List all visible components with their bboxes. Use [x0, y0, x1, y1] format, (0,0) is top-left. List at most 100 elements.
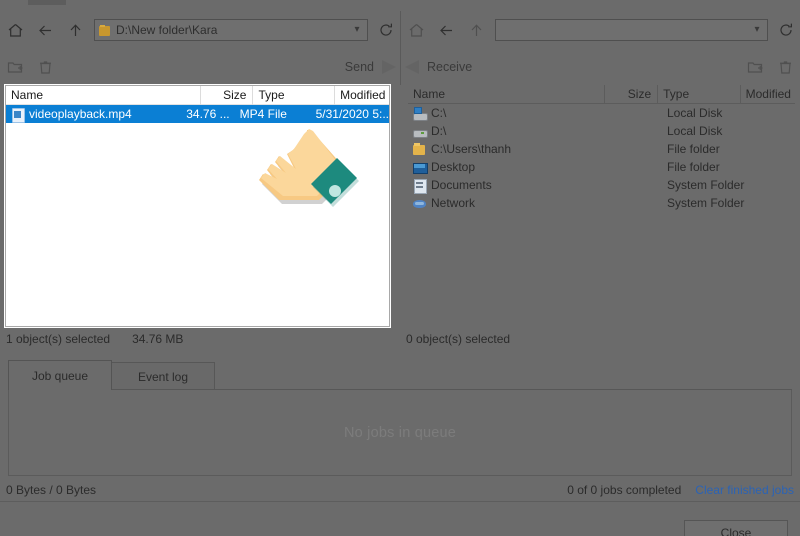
file-name-cell: Documents — [408, 176, 608, 194]
menu-stub — [28, 0, 66, 5]
file-name-cell: C:\ — [408, 104, 608, 122]
column-header-modified[interactable]: Modified — [334, 85, 389, 105]
chevron-down-icon[interactable]: ▾ — [749, 25, 765, 35]
right-delete-icon[interactable] — [770, 53, 800, 81]
right-status-line: 0 object(s) selected — [406, 330, 510, 348]
left-selection-count: 1 object(s) selected — [6, 332, 111, 346]
column-header-name[interactable]: Name — [6, 86, 200, 105]
file-type-cell: MP4 File — [239, 107, 287, 121]
file-type-cell: System Folder — [667, 196, 745, 210]
left-address-field[interactable]: D:\New folder\Kara ▾ — [94, 19, 368, 41]
file-modified-cell — [746, 140, 795, 158]
column-header-name[interactable]: Name — [408, 85, 604, 104]
network-icon — [413, 197, 426, 210]
drive-icon — [413, 125, 428, 138]
folder-icon — [413, 142, 426, 156]
column-header-modified[interactable]: Modified — [739, 84, 795, 104]
column-header-size[interactable]: Size — [604, 84, 657, 104]
left-up-button[interactable] — [60, 15, 90, 45]
chevron-down-icon[interactable]: ▾ — [349, 25, 365, 35]
file-name-cell: Network — [408, 194, 608, 212]
table-row[interactable]: Desktop File folder — [408, 158, 795, 176]
file-size-cell — [608, 140, 662, 158]
file-modified-cell — [746, 176, 795, 194]
bottom-tabs: Job queue Event log — [8, 360, 215, 390]
file-size-cell — [608, 194, 662, 212]
table-row[interactable]: videoplayback.mp4 34.76 ... MP4 File 5/3… — [6, 105, 389, 123]
file-name-text: C:\Users\thanh — [431, 142, 512, 156]
close-button[interactable]: Close — [684, 520, 788, 536]
file-size-cell — [608, 158, 662, 176]
table-row[interactable]: C:\ Local Disk — [408, 104, 795, 122]
table-row[interactable]: Documents System Folder — [408, 176, 795, 194]
left-column-headers: Name Size Type Modified — [6, 85, 389, 105]
file-modified-cell: 5/31/2020 5:... — [315, 107, 389, 121]
right-file-pane[interactable]: Name Size Type Modified C:\ Local Disk D… — [408, 84, 795, 327]
tab-event-log[interactable]: Event log — [111, 362, 215, 390]
tab-job-queue[interactable]: Job queue — [8, 360, 112, 390]
file-name-text: Documents — [431, 178, 492, 192]
left-status-line: 1 object(s) selected 34.76 MB — [6, 330, 183, 348]
file-name-cell: Desktop — [408, 158, 608, 176]
column-header-type[interactable]: Type — [657, 84, 739, 104]
left-toolbar: Send — [0, 49, 400, 85]
triangle-left-icon[interactable] — [401, 57, 423, 77]
right-address-bar: ▾ — [400, 11, 800, 49]
left-back-button[interactable] — [30, 15, 60, 45]
file-name-cell: videoplayback.mp4 — [6, 105, 185, 123]
file-type-cell: Local Disk — [667, 124, 723, 138]
left-file-pane[interactable]: Name Size Type Modified videoplayback.mp… — [5, 85, 390, 327]
file-modified-cell — [746, 158, 795, 176]
send-label[interactable]: Send — [341, 60, 378, 74]
left-home-button[interactable] — [0, 15, 30, 45]
transfer-bytes: 0 Bytes / 0 Bytes — [6, 482, 97, 497]
table-row[interactable]: Network System Folder — [408, 194, 795, 212]
file-size-cell — [608, 122, 662, 140]
table-row[interactable]: D:\ Local Disk — [408, 122, 795, 140]
right-home-button[interactable] — [401, 15, 431, 45]
right-refresh-button[interactable] — [772, 16, 800, 44]
left-delete-icon[interactable] — [30, 53, 60, 81]
right-toolbar: Receive — [400, 49, 800, 85]
tab-event-log-label: Event log — [137, 369, 189, 384]
folder-icon — [99, 24, 110, 36]
file-modified-cell — [746, 122, 795, 140]
file-size-cell: 34.76 ... — [186, 107, 230, 121]
file-transfer-window: D:\New folder\Kara ▾ ▾ Send Receive Name… — [0, 0, 800, 536]
right-selection-count: 0 object(s) selected — [406, 332, 511, 346]
right-new-folder-icon[interactable] — [740, 53, 770, 81]
receive-label[interactable]: Receive — [423, 60, 476, 74]
column-header-size[interactable]: Size — [199, 85, 253, 105]
file-type-cell: File folder — [667, 160, 720, 174]
left-refresh-button[interactable] — [372, 16, 400, 44]
left-address-bar: D:\New folder\Kara ▾ — [0, 11, 400, 49]
job-queue-panel[interactable]: No jobs in queue — [8, 390, 792, 476]
table-row[interactable]: C:\Users\thanh File folder — [408, 140, 795, 158]
right-column-headers: Name Size Type Modified — [408, 84, 795, 104]
file-name-text: Network — [431, 196, 476, 210]
clear-finished-jobs-link[interactable]: Clear finished jobs — [695, 483, 794, 497]
file-name-text: C:\ — [431, 106, 447, 120]
job-queue-empty-message: No jobs in queue — [343, 424, 457, 441]
left-file-rows: videoplayback.mp4 34.76 ... MP4 File 5/3… — [6, 105, 389, 123]
desktop-icon — [413, 161, 428, 174]
tab-job-queue-label: Job queue — [31, 368, 89, 383]
window-menu-strip — [0, 0, 800, 11]
left-selection-size: 34.76 MB — [132, 332, 184, 346]
triangle-right-icon[interactable] — [378, 57, 400, 77]
column-header-type[interactable]: Type — [252, 85, 334, 105]
file-modified-cell — [746, 104, 795, 122]
window-footer: Close — [0, 502, 800, 536]
file-size-cell — [608, 104, 662, 122]
left-new-folder-icon[interactable] — [0, 53, 30, 81]
close-button-label: Close — [720, 526, 752, 536]
right-address-field[interactable]: ▾ — [495, 19, 768, 41]
documents-icon — [413, 178, 427, 194]
left-address-text: D:\New folder\Kara — [116, 23, 218, 37]
right-up-button[interactable] — [461, 15, 491, 45]
file-type-cell: System Folder — [667, 178, 745, 192]
file-name-cell: D:\ — [408, 122, 608, 140]
right-back-button[interactable] — [431, 15, 461, 45]
jobs-completed: 0 of 0 jobs completed — [567, 482, 682, 497]
file-type-cell: Local Disk — [667, 106, 723, 120]
